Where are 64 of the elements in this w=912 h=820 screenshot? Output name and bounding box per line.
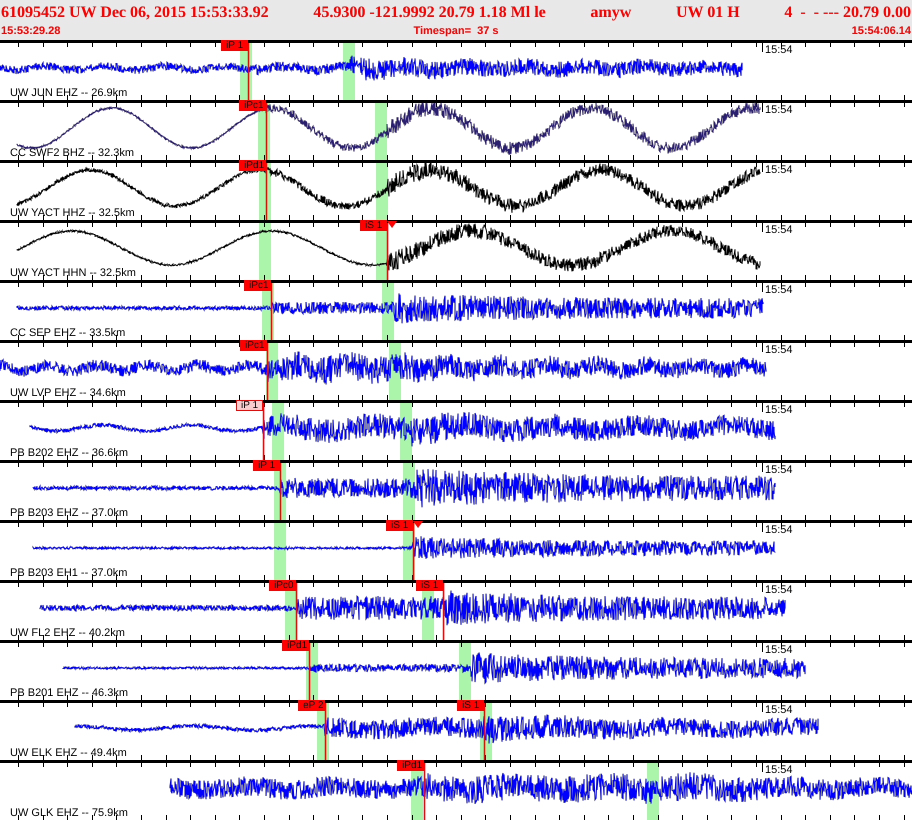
pick-flag[interactable]: iPd1 (282, 640, 309, 651)
pick-line (270, 283, 272, 340)
pick-line (266, 163, 268, 220)
pick-flag[interactable]: iPc1 (239, 100, 266, 111)
time-label: 15:54 (765, 644, 793, 656)
station-label: PB B203 EH1 -- 37.0km (10, 567, 128, 579)
pick-line (280, 463, 282, 520)
pick-flag[interactable]: iP 1 (253, 460, 280, 471)
pick-line (262, 403, 264, 460)
station-label: UW ELK EHZ -- 49.4km (10, 747, 127, 759)
event-field: UW 01 H (676, 2, 740, 24)
pick-line (324, 703, 326, 760)
pick-line (266, 103, 268, 160)
pick-window (259, 220, 271, 280)
pick-flag[interactable]: iPd1 (239, 160, 266, 171)
station-label: UW YACT HHZ -- 32.5km (10, 207, 135, 219)
station-label: PB B202 EHZ -- 36.6km (10, 447, 128, 459)
station-label: UW YACT HHN -- 32.5km (10, 267, 136, 279)
pick-flag[interactable]: iPd1 (397, 760, 424, 771)
pick-line (248, 43, 250, 100)
station-label: UW FL2 EHZ -- 40.2km (10, 627, 125, 639)
pick-window (274, 520, 286, 580)
time-label: 15:54 (765, 464, 793, 476)
timespan: Timespan= 37 s (413, 24, 499, 38)
pick-line (442, 583, 444, 640)
event-field: amyw (590, 2, 632, 24)
event-field: 4 - - --- 20.79 0.00 (784, 2, 911, 24)
time-label: 15:54 (765, 764, 793, 776)
time-label: 15:54 (765, 284, 793, 296)
station-label: PB B203 EHZ -- 37.0km (10, 507, 128, 519)
pick-line (412, 523, 414, 580)
time-label: 15:54 (765, 404, 793, 416)
event-field: 61095452 UW Dec 06, 2015 15:53:33.92 (1, 2, 269, 24)
start-time: 15:53:29.28 (1, 24, 60, 38)
pick-flag[interactable]: iS 1 (416, 580, 443, 591)
station-label: UW LVP EHZ -- 34.6km (10, 387, 126, 399)
event-field: 45.9300 -121.9992 20.79 1.18 Ml le (313, 2, 546, 24)
time-label: 15:54 (765, 584, 793, 596)
pick-line (296, 583, 298, 640)
pick-flag[interactable]: iS 1 (457, 700, 484, 711)
time-label: 15:54 (765, 704, 793, 716)
pick-flag[interactable]: iP 1 (236, 400, 263, 411)
pick-flag[interactable]: iPc1 (244, 280, 271, 291)
time-label: 15:54 (765, 524, 793, 536)
station-label: CC SWF2 BHZ -- 32.3km (10, 147, 134, 159)
pick-flag[interactable]: iPc0 (269, 580, 296, 591)
time-label: 15:54 (765, 164, 793, 176)
pick-line (386, 223, 388, 280)
time-label: 15:54 (765, 224, 793, 236)
pick-line (484, 703, 486, 760)
pick-line (424, 763, 426, 820)
station-label: UW JUN EHZ -- 26.9km (10, 87, 128, 99)
pick-flag[interactable]: iP 1 (221, 40, 248, 51)
station-label: UW GLK EHZ -- 75.9km (10, 807, 128, 819)
station-label: CC SEP EHZ -- 33.5km (10, 327, 126, 339)
time-label: 15:54 (765, 44, 793, 56)
time-label: 15:54 (765, 104, 793, 116)
pick-line (308, 643, 310, 700)
pick-line (266, 343, 268, 400)
pick-flag[interactable]: eP 2 (298, 700, 325, 711)
station-label: PB B201 EHZ -- 46.3km (10, 687, 128, 699)
end-time: 15:54:06.14 (852, 24, 911, 38)
time-label: 15:54 (765, 344, 793, 356)
pick-flag[interactable]: iPc1 (240, 340, 267, 351)
